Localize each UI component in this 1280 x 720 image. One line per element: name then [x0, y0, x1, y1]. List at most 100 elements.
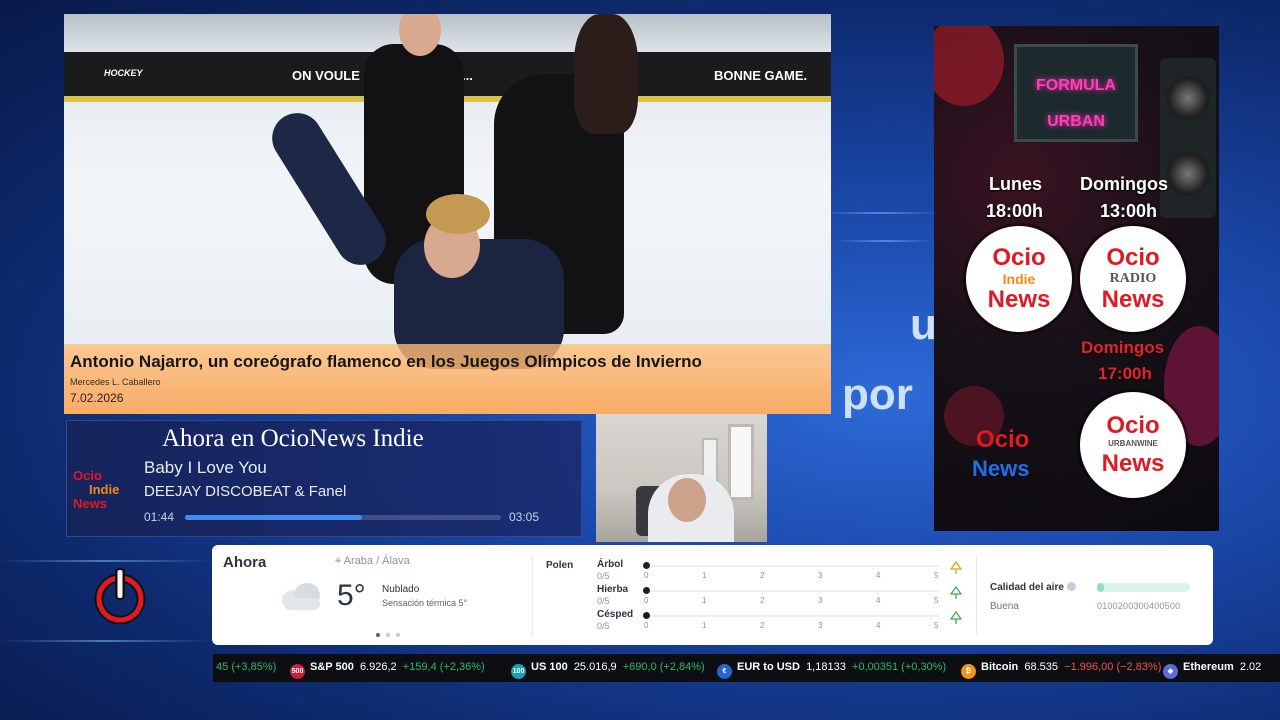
ticker-item[interactable]: ◆ Ethereum 2.02 — [1163, 661, 1261, 679]
location-pin-icon: ⌖ — [335, 555, 342, 567]
air-quality-bar — [1097, 583, 1190, 592]
pollen-level-marker — [643, 562, 650, 569]
pollen-row-name: Hierba — [597, 584, 629, 595]
retro-tv-graphic: FORMULA URBAN — [1014, 44, 1138, 142]
tree-pollen-icon — [949, 560, 963, 575]
pagination-dot[interactable] — [396, 633, 400, 637]
ticker-badge-icon: 500 — [290, 664, 305, 679]
ticker-value: 68.535 — [1018, 661, 1059, 673]
ticker-badge-icon: € — [717, 664, 732, 679]
logo-line: Ocio — [73, 468, 102, 483]
ocio-news-logo: Ocio News — [972, 426, 1062, 482]
pollen-title: Polen — [546, 560, 574, 571]
pollen-tick-label: 1 — [702, 621, 707, 630]
lawn-pollen-icon — [949, 610, 963, 625]
pollen-row-score: 0/5 — [597, 571, 610, 581]
info-icon[interactable] — [1066, 582, 1076, 591]
power-icon[interactable] — [94, 566, 146, 625]
background-streak — [835, 240, 935, 242]
pollen-tick-label: 2 — [760, 596, 765, 605]
graffiti-splash — [934, 26, 1004, 106]
pagination-dot[interactable] — [376, 633, 380, 637]
pollen-scale-line — [643, 615, 939, 617]
pollen-tick-label: 2 — [760, 621, 765, 630]
pollen-tick-label: 5 — [934, 621, 939, 630]
webcam-window — [728, 424, 754, 500]
divider — [532, 555, 533, 635]
pollen-tick-label: 5 — [934, 596, 939, 605]
weather-condition: Nublado — [382, 584, 420, 595]
ticker-item[interactable]: 100 US 100 25.016,9 +690,0 (+2,84%) — [511, 661, 705, 679]
pollen-tick-label: 4 — [876, 571, 881, 580]
air-quality-indicator — [1097, 583, 1104, 592]
pollen-tick-label: 3 — [818, 571, 823, 580]
poster-tv-text: FORMULA — [1036, 77, 1116, 94]
ticker-item[interactable]: 500 S&P 500 6.926,2 +159,4 (+2,36%) — [290, 661, 485, 679]
board-brand: HOCKEY — [104, 68, 143, 78]
pollen-row-name: Césped — [597, 609, 634, 620]
cloud-icon — [282, 583, 320, 610]
ticker-value: 6.926,2 — [353, 661, 397, 673]
pollen-scale-line — [643, 565, 939, 567]
poster-tv-text: URBAN — [1047, 113, 1105, 130]
ticker-name: S&P 500 — [310, 661, 354, 673]
news-title[interactable]: Antonio Najarro, un coreógrafo flamenco … — [70, 352, 825, 372]
logo-line: Indie — [1002, 271, 1036, 287]
schedule-day: Domingos — [1080, 174, 1168, 194]
ticker-value: 2.02 — [1233, 661, 1262, 673]
pagination-dot[interactable] — [386, 633, 390, 637]
ticker-badge-icon: ◆ — [1163, 664, 1178, 679]
pollen-row-score: 0/5 — [597, 596, 610, 606]
pollen-tick-label: 0 — [644, 621, 649, 630]
pollen-scale-line — [643, 590, 939, 592]
ticker-name: US 100 — [531, 661, 568, 673]
skater-hair — [574, 14, 638, 134]
pollen-level-marker — [643, 612, 650, 619]
divider — [976, 555, 977, 635]
ticker-name: EUR to USD — [737, 661, 800, 673]
logo-line: Ocio — [992, 244, 1046, 271]
now-playing-artist: DEEJAY DISCOBEAT & Fanel — [144, 483, 347, 500]
news-date: 7.02.2026 — [70, 391, 124, 405]
pollen-tick-label: 0 — [644, 571, 649, 580]
ticker-change: +0,00351 (+0,30%) — [845, 661, 947, 673]
weather-now-label: Ahora — [223, 554, 267, 571]
ticker-name: Bitcoin — [981, 661, 1019, 673]
ticker-change: +159,4 (+2,36%) — [396, 661, 485, 673]
grass-pollen-icon — [949, 585, 963, 600]
ticker-item[interactable]: ₿ Bitcoin 68.535 −1.996,00 (−2,83%) — [961, 661, 1161, 679]
weather-location[interactable]: ⌖ Araba / Álava — [335, 555, 410, 568]
total-time: 03:05 — [509, 510, 540, 524]
ticker-name: Ethereum — [1183, 661, 1234, 673]
air-quality-title: Calidad del aire — [990, 582, 1076, 593]
ticker-item[interactable]: 45 (+3,85%) — [213, 661, 276, 673]
pollen-tick-label: 3 — [818, 596, 823, 605]
ticker-item[interactable]: € EUR to USD 1,18133 +0,00351 (+0,30%) — [717, 661, 946, 679]
now-playing-panel: Ocio Indie News Ahora en OcioNews Indie … — [66, 420, 582, 537]
logo-line: News — [1101, 286, 1165, 313]
now-playing-song: Baby I Love You — [144, 458, 267, 477]
news-author: Mercedes L. Caballero — [70, 377, 161, 387]
ocio-radio-news-logo: Ocio RADIO News — [1080, 226, 1186, 332]
background-streak — [820, 212, 940, 214]
weather-temperature: 5° — [337, 579, 366, 612]
progress-bar[interactable] — [185, 515, 501, 520]
ticker-value: 1,18133 — [799, 661, 846, 673]
logo-line: News — [987, 286, 1051, 313]
ticker-badge-icon: ₿ — [961, 664, 976, 679]
background-text-fragment: por — [842, 370, 913, 419]
logo-line: Ocio — [1106, 244, 1160, 271]
pollen-tick-label: 0 — [644, 596, 649, 605]
speaker-graphic — [1160, 58, 1216, 218]
air-quality-scale: 0100200300400500 — [1097, 601, 1181, 611]
pollen-tick-label: 3 — [818, 621, 823, 630]
pollen-tick-label: 2 — [760, 571, 765, 580]
pollen-row-score: 0/5 — [597, 621, 610, 631]
ticker-value: 25.016,9 — [567, 661, 617, 673]
elapsed-time: 01:44 — [144, 510, 175, 524]
ticker-badge-icon: 100 — [511, 664, 526, 679]
logo-line: Ocio — [1106, 412, 1160, 439]
logo-line: News — [972, 456, 1030, 481]
news-card[interactable]: HOCKEY ON VOULE RE... BONNE GAME. Antoni… — [64, 14, 831, 414]
ticker-change: −1.996,00 (−2,83%) — [1058, 661, 1162, 673]
